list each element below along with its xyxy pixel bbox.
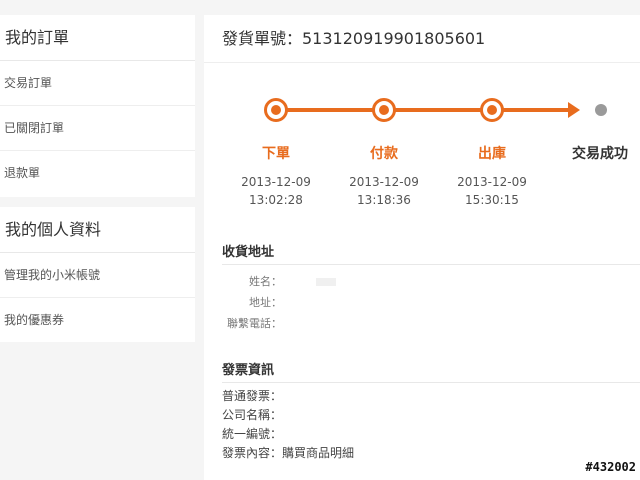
invoice-section: 發票資訊 普通發票： 公司名稱： 統一編號： 發票內容：購買商品明細	[222, 359, 640, 463]
section-title: 發票資訊	[222, 359, 640, 383]
section-title: 收貨地址	[222, 241, 640, 265]
orders-menu-title: 我的訂單	[0, 15, 195, 61]
step-paid: 付款 2013-12-09 13:18:36	[334, 143, 434, 209]
watermark: #432002	[585, 460, 636, 474]
shipping-address-section: 收貨地址 姓名： 地址： 聯繫電話：	[222, 241, 640, 334]
progress-line	[276, 108, 572, 112]
sidebar-item-manage-account[interactable]: 管理我的小米帳號	[0, 253, 195, 298]
address-row-address: 地址：	[222, 292, 640, 313]
field-label: 聯繫電話：	[227, 317, 282, 330]
sidebar-item-transaction-orders[interactable]: 交易訂單	[0, 61, 195, 106]
invoice-row-tax-id: 統一編號：	[222, 427, 283, 441]
step-time	[550, 191, 640, 209]
step-completed: 交易成功	[550, 143, 640, 209]
address-row-phone: 聯繫電話：	[222, 313, 640, 334]
step-pending-icon	[595, 104, 607, 116]
step-date	[550, 173, 640, 191]
step-done-icon	[372, 98, 396, 122]
profile-menu-title: 我的個人資料	[0, 207, 195, 253]
invoice-row-content: 發票內容：購買商品明細	[222, 446, 355, 460]
step-time: 13:18:36	[357, 193, 411, 207]
invoice-row-company: 公司名稱：	[222, 408, 283, 422]
step-label: 交易成功	[572, 146, 628, 162]
field-label: 地址：	[249, 296, 282, 309]
step-label: 出庫	[478, 146, 506, 162]
sidebar-item-refunds[interactable]: 退款單	[0, 151, 195, 196]
step-time: 15:30:15	[465, 193, 519, 207]
address-row-name: 姓名：	[222, 271, 640, 292]
step-done-icon	[480, 98, 504, 122]
orders-menu: 我的訂單 交易訂單 已關閉訂單 退款單	[0, 15, 195, 197]
step-order-placed: 下單 2013-12-09 13:02:28	[226, 143, 326, 209]
order-progress-tracker: 下單 2013-12-09 13:02:28 付款 2013-12-09 13:…	[204, 63, 640, 223]
field-label: 姓名：	[249, 275, 282, 288]
invoice-row-type: 普通發票：	[222, 389, 283, 403]
order-detail-panel: 發貨單號：513120919901805601 下單 2013-12-09 13…	[204, 15, 640, 480]
step-date: 2013-12-09	[457, 175, 527, 189]
step-time: 13:02:28	[249, 193, 303, 207]
order-number-title: 發貨單號：513120919901805601	[204, 15, 640, 63]
step-done-icon	[264, 98, 288, 122]
redacted-value	[315, 278, 336, 286]
sidebar-item-closed-orders[interactable]: 已關閉訂單	[0, 106, 195, 151]
step-label: 付款	[370, 146, 398, 162]
step-date: 2013-12-09	[349, 175, 419, 189]
step-shipped: 出庫 2013-12-09 15:30:15	[442, 143, 542, 209]
progress-arrow-icon	[568, 102, 580, 118]
step-date: 2013-12-09	[241, 175, 311, 189]
sidebar-item-coupons[interactable]: 我的優惠券	[0, 298, 195, 343]
profile-menu: 我的個人資料 管理我的小米帳號 我的優惠券	[0, 207, 195, 342]
step-label: 下單	[262, 146, 290, 162]
